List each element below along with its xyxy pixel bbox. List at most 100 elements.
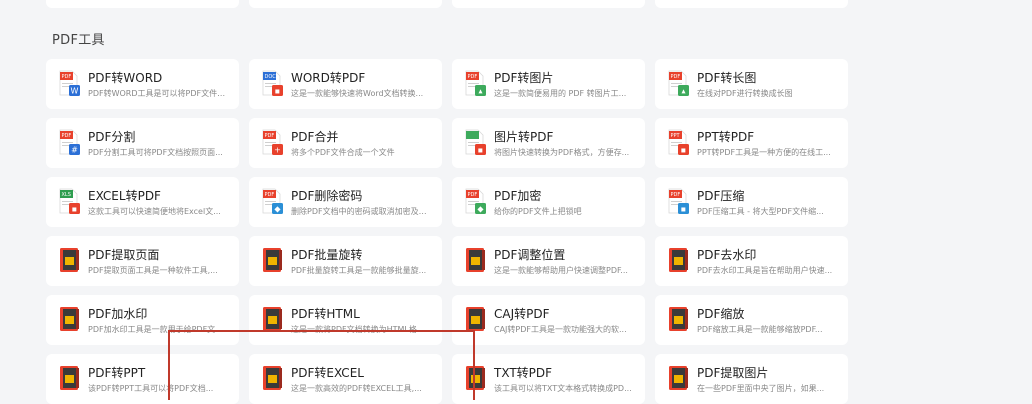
tool-name: PDF缩放 <box>697 307 745 321</box>
svg-text:▪: ▪ <box>681 205 686 214</box>
tool-card[interactable]: PDF + PDF合并 将多个PDF文件合成一个文件 <box>249 118 442 168</box>
svg-text:▪: ▪ <box>478 146 483 155</box>
tool-card[interactable]: PPT ▪ PPT转PDF PPT转PDF工具是一种方便的在线工... <box>655 118 848 168</box>
previous-section-card[interactable] <box>655 0 848 8</box>
tool-card[interactable]: PDF调整位置这是一款能够帮助用户快速调整PDF... <box>452 236 645 286</box>
section-title: PDF工具 <box>52 33 105 48</box>
tool-name: PDF转图片 <box>494 71 554 85</box>
pdf-adjust-position-icon <box>465 247 487 273</box>
tool-description: 这是一款能够快速将Word文档转换... <box>291 89 424 98</box>
previous-section-card[interactable] <box>452 0 645 8</box>
tool-description: PDF压缩工具 - 将大型PDF文件缩... <box>697 207 824 216</box>
excel-to-pdf-icon: XLS ▪ <box>59 188 81 214</box>
tool-description: CAJ转PDF工具是一款功能强大的软... <box>494 325 627 334</box>
tool-card[interactable]: PDF去水印 PDF去水印工具是旨在帮助用户快速... <box>655 236 848 286</box>
tool-description: PDF分割工具可将PDF文档按照页面... <box>88 148 223 157</box>
svg-text:+: + <box>274 146 281 155</box>
tool-card[interactable]: PDF转HTML这是一款将PDF文档转换为HTML格... <box>249 295 442 345</box>
tool-name: PDF合并 <box>291 130 339 144</box>
tool-name: TXT转PDF <box>494 366 553 380</box>
pdf-extract-images-icon <box>668 365 690 391</box>
tool-description: PDF转WORD工具是可以将PDF文件格... <box>88 89 230 98</box>
tool-name: PDF批量旋转 <box>291 248 363 262</box>
word-to-pdf-icon: DOC ▪ <box>262 70 284 96</box>
previous-section-card[interactable] <box>46 0 239 8</box>
tool-card[interactable]: XLS ▪ EXCEL转PDF 这款工具可以快速简便地将Excel文... <box>46 177 239 227</box>
svg-text:▪: ▪ <box>72 205 77 214</box>
tool-card[interactable]: PDF ▴ PDF转长图 在线对PDF进行转换成长图 <box>655 59 848 109</box>
tool-name: PDF去水印 <box>697 248 757 262</box>
tool-card[interactable]: PDF加水印 PDF加水印工具是一款用于给PDF文... <box>46 295 239 345</box>
tool-card[interactable]: PDF提取图片 在一些PDF里面中央了图片，如果... <box>655 354 848 404</box>
previous-section-card[interactable] <box>249 0 442 8</box>
svg-text:PDF: PDF <box>62 74 72 80</box>
svg-text:PDF: PDF <box>468 192 478 198</box>
tool-description: 这款工具可以快速简便地将Excel文... <box>88 207 221 216</box>
tool-card[interactable]: PDF ▴ PDF转图片 这是一款简便易用的 PDF 转图片工... <box>452 59 645 109</box>
tool-grid: PDF W PDF转WORD PDF转WORD工具是可以将PDF文件格... DOC ▪ W… <box>46 59 848 404</box>
tool-description: PPT转PDF工具是一种方便的在线工... <box>697 148 831 157</box>
pdf-encrypt-icon: PDF ◆ <box>465 188 487 214</box>
tool-name: CAJ转PDF <box>494 307 550 321</box>
pdf-remove-password-icon: PDF ◆ <box>262 188 284 214</box>
svg-text:▴: ▴ <box>478 87 482 96</box>
tool-card[interactable]: PDF转EXCEL 这是一款高效的PDF转EXCEL工具,... <box>249 354 442 404</box>
svg-text:▪: ▪ <box>275 87 280 96</box>
svg-text:PDF: PDF <box>468 74 478 80</box>
pdf-remove-watermark-icon <box>668 247 690 273</box>
tool-card[interactable]: PDF ◆ PDF加密给你的PDF文件上把锁吧 <box>452 177 645 227</box>
pdf-to-long-image-icon: PDF ▴ <box>668 70 690 96</box>
tool-description: 删除PDF文档中的密码或取消加密及权... <box>291 207 433 216</box>
svg-text:▪: ▪ <box>681 146 686 155</box>
tool-card[interactable]: PDF缩放 PDF缩放工具是一款能够缩放PDF... <box>655 295 848 345</box>
tool-card[interactable]: DOC ▪ WORD转PDF 这是一款能够快速将Word文档转换... <box>249 59 442 109</box>
caj-to-pdf-icon <box>465 306 487 332</box>
pdf-add-watermark-icon <box>59 306 81 332</box>
tool-card[interactable]: PDF W PDF转WORD PDF转WORD工具是可以将PDF文件格... <box>46 59 239 109</box>
tool-card[interactable]: PDF转PPT 该PDF转PPT工具可以将PDF文档... <box>46 354 239 404</box>
tool-card[interactable]: PDF # PDF分割 PDF分割工具可将PDF文档按照页面... <box>46 118 239 168</box>
pdf-batch-rotate-icon <box>262 247 284 273</box>
tool-description: 这是一款能够帮助用户快速调整PDF... <box>494 266 628 275</box>
tool-name: PDF分割 <box>88 130 136 144</box>
tool-description: 该工具可以将TXT文本格式转换成PD... <box>494 384 632 393</box>
tool-description: 将多个PDF文件合成一个文件 <box>291 148 395 157</box>
tool-name: PDF调整位置 <box>494 248 566 262</box>
tool-name: PDF删除密码 <box>291 189 363 203</box>
pdf-to-image-icon: PDF ▴ <box>465 70 487 96</box>
tool-card[interactable]: PDF批量旋转 PDF批量旋转工具是一款能够批量旋... <box>249 236 442 286</box>
tool-name: PDF转HTML <box>291 307 360 321</box>
tool-description: PDF提取页面工具是一种软件工具,... <box>88 266 218 275</box>
pdf-zoom-icon <box>668 306 690 332</box>
tool-card[interactable]: PDF提取页面 PDF提取页面工具是一种软件工具,... <box>46 236 239 286</box>
svg-text:◆: ◆ <box>274 205 281 214</box>
pdf-compress-icon: PDF ▪ <box>668 188 690 214</box>
ppt-to-pdf-icon: PPT ▪ <box>668 129 690 155</box>
pdf-to-ppt-icon <box>59 365 81 391</box>
tool-name: PDF转EXCEL <box>291 366 364 380</box>
pdf-split-icon: PDF # <box>59 129 81 155</box>
svg-text:PPT: PPT <box>671 133 681 139</box>
svg-text:W: W <box>71 87 79 96</box>
svg-text:PDF: PDF <box>265 192 275 198</box>
tool-card[interactable]: PDF ◆ PDF删除密码删除PDF文档中的密码或取消加密及权... <box>249 177 442 227</box>
tool-description: 给你的PDF文件上把锁吧 <box>494 207 582 216</box>
tool-card[interactable]: ▪ 图片转PDF 将图片快速转换为PDF格式，方便存... <box>452 118 645 168</box>
tool-description: 在一些PDF里面中央了图片，如果... <box>697 384 825 393</box>
tool-card[interactable]: TXT转PDF 该工具可以将TXT文本格式转换成PD... <box>452 354 645 404</box>
svg-text:PDF: PDF <box>671 74 681 80</box>
tool-name: 图片转PDF <box>494 130 554 144</box>
annotation-box-left <box>168 330 170 400</box>
txt-to-pdf-icon <box>465 365 487 391</box>
tool-name: PDF加密 <box>494 189 542 203</box>
tool-card[interactable]: PDF ▪ PDF压缩 PDF压缩工具 - 将大型PDF文件缩... <box>655 177 848 227</box>
svg-text:#: # <box>71 146 78 155</box>
tool-name: PDF压缩 <box>697 189 745 203</box>
tool-card[interactable]: CAJ转PDF CAJ转PDF工具是一款功能强大的软... <box>452 295 645 345</box>
tool-name: WORD转PDF <box>291 71 366 85</box>
image-to-pdf-icon: ▪ <box>465 129 487 155</box>
annotation-box-right <box>473 330 475 400</box>
svg-text:▴: ▴ <box>681 87 685 96</box>
tool-name: EXCEL转PDF <box>88 189 161 203</box>
svg-text:XLS: XLS <box>62 192 71 198</box>
